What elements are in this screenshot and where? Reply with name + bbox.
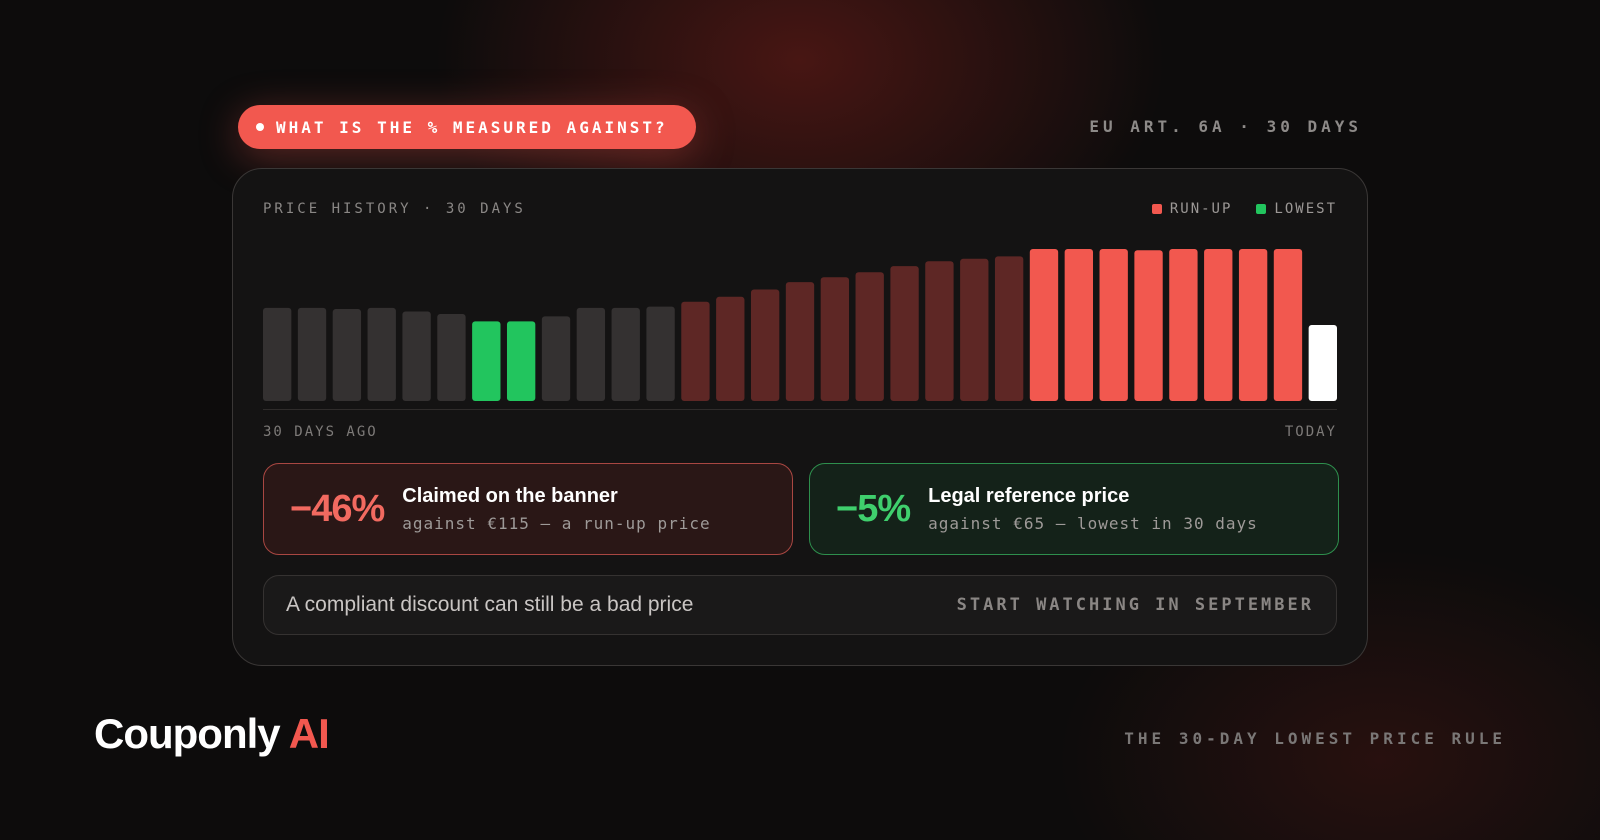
price-bar-runup: [1099, 249, 1128, 401]
legal-text: Legal reference price against €65 — lowe…: [928, 485, 1258, 533]
price-bar-normal: [541, 316, 571, 401]
chart-legend: RUN-UP LOWEST: [1151, 201, 1337, 217]
legal-heading: Legal reference price: [928, 485, 1130, 507]
price-bar-runup: [1064, 249, 1094, 401]
price-bar-current: [1308, 325, 1337, 401]
bullet-dot-icon: [256, 123, 264, 131]
price-bar-rising: [716, 296, 745, 401]
claimed-discount-card: −46% Claimed on the banner against €115 …: [263, 463, 793, 555]
footer-tagline: THE 30-DAY LOWEST PRICE RULE: [1124, 729, 1506, 748]
question-badge: WHAT IS THE % MEASURED AGAINST?: [238, 105, 696, 149]
card-title: PRICE HISTORY · 30 DAYS: [263, 201, 526, 217]
question-text: WHAT IS THE % MEASURED AGAINST?: [276, 117, 668, 137]
legend-swatch-lowest: [1256, 204, 1267, 214]
price-bar-normal: [646, 306, 675, 401]
legal-percent: −5%: [836, 487, 911, 530]
price-bar-rising: [785, 282, 815, 401]
legal-reference-card: −5% Legal reference price against €65 — …: [809, 463, 1339, 555]
price-bar-chart: [263, 249, 1337, 401]
claimed-subtext: against €115 — a run-up price: [402, 514, 711, 533]
price-bar-rising: [750, 289, 780, 401]
price-bar-rising: [925, 261, 954, 401]
claimed-heading: Claimed on the banner: [402, 485, 618, 507]
warning-note: A compliant discount can still be a bad …: [263, 575, 1337, 635]
axis-baseline: [263, 409, 1337, 410]
regulation-tag: EU ART. 6A · 30 DAYS: [1089, 117, 1362, 136]
price-bar-rising: [855, 272, 884, 401]
axis-label-start: 30 DAYS AGO: [263, 424, 378, 440]
price-bar-runup: [1134, 250, 1163, 401]
price-bar-normal: [611, 307, 640, 401]
start-watching-cta[interactable]: START WATCHING IN SEPTEMBER: [957, 595, 1314, 615]
price-bar-rising: [994, 256, 1024, 401]
price-bar-normal: [263, 307, 292, 401]
legend-label-lowest: LOWEST: [1274, 201, 1337, 217]
legal-subtext: against €65 — lowest in 30 days: [928, 514, 1258, 533]
brand-logo: Couponly AI: [94, 710, 330, 758]
price-bar-normal: [332, 309, 362, 401]
price-bar-runup: [1238, 249, 1268, 401]
axis-label-end: TODAY: [1284, 424, 1337, 440]
claimed-text: Claimed on the banner against €115 — a r…: [402, 485, 710, 533]
price-bar-normal: [576, 307, 606, 401]
price-bar-rising: [890, 266, 919, 401]
legend-item-runup: RUN-UP: [1151, 201, 1233, 217]
brand-accent: AI: [288, 710, 330, 757]
legend-swatch-runup: [1151, 204, 1162, 214]
price-bar-runup: [1204, 249, 1233, 401]
price-bar-runup: [1273, 249, 1303, 401]
price-bar-runup: [1169, 249, 1198, 401]
price-bar-normal: [367, 307, 396, 401]
price-bar-normal: [437, 313, 466, 401]
claimed-percent: −46%: [290, 487, 385, 530]
price-bar-lowest: [506, 321, 536, 401]
price-bar-runup: [1029, 249, 1059, 401]
brand-name: Couponly: [94, 710, 281, 757]
price-bar-rising: [681, 301, 710, 401]
price-bar-normal: [297, 307, 327, 401]
price-bar-normal: [402, 311, 431, 401]
note-text: A compliant discount can still be a bad …: [286, 593, 694, 616]
price-bar-rising: [960, 258, 989, 401]
legend-label-runup: RUN-UP: [1169, 201, 1233, 217]
price-bar-lowest: [472, 321, 501, 401]
price-bar-rising: [820, 277, 850, 401]
legend-item-lowest: LOWEST: [1256, 201, 1337, 217]
price-history-card: PRICE HISTORY · 30 DAYS RUN-UP LOWEST 30…: [232, 168, 1368, 666]
